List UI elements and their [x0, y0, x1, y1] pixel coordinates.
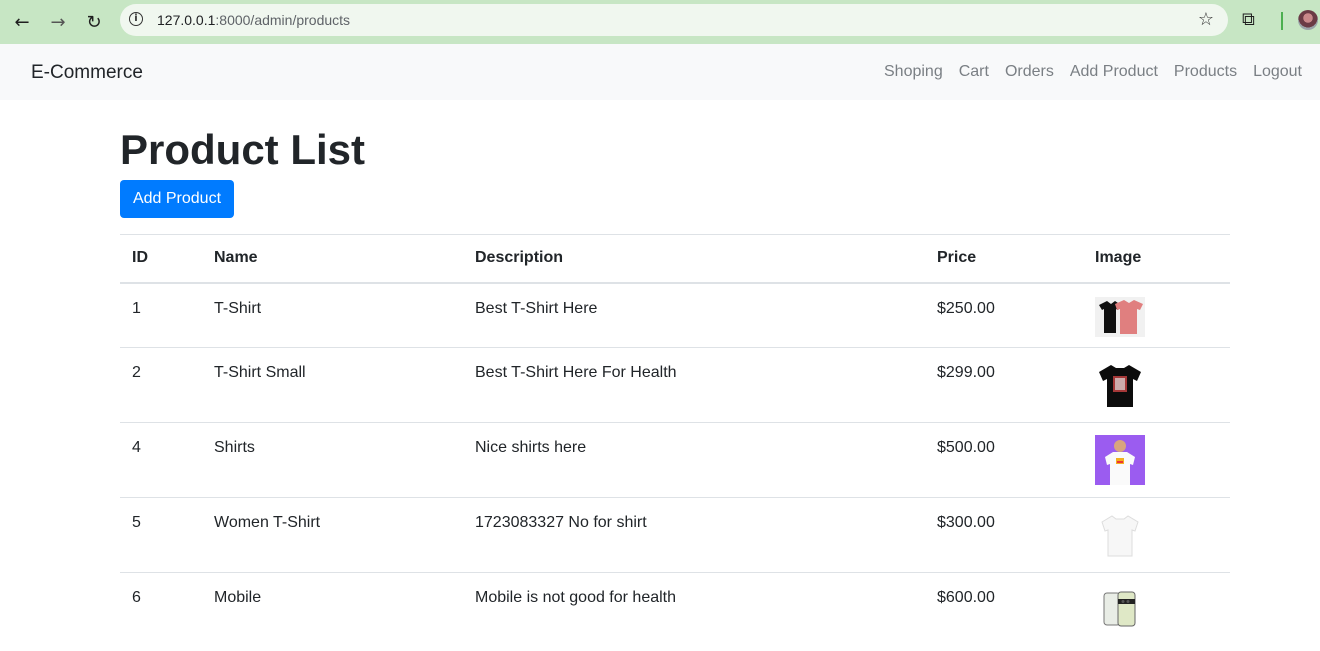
nav-link-orders[interactable]: Orders — [997, 63, 1062, 81]
table-row: 6 Mobile Mobile is not good for health $… — [120, 572, 1230, 648]
cell-id: 1 — [132, 299, 141, 317]
reload-icon[interactable]: ↻ — [81, 9, 107, 35]
product-image-white-tshirt — [1095, 510, 1145, 560]
cell-description: 1723083327 No for shirt — [463, 497, 925, 573]
nav-link-shoping[interactable]: Shoping — [876, 63, 951, 81]
cell-name: Women T-Shirt — [202, 497, 463, 573]
cell-name: Mobile — [202, 572, 463, 648]
cell-image — [1083, 283, 1230, 348]
cell-price: $600.00 — [925, 572, 1083, 648]
browser-toolbar: ← → ↻ i 127.0.0.1:8000/admin/products ☆ … — [0, 0, 1320, 44]
nav-link-add-product[interactable]: Add Product — [1062, 63, 1166, 81]
cell-image — [1083, 572, 1230, 648]
nav-link-logout[interactable]: Logout — [1245, 63, 1310, 81]
bookmark-star-icon[interactable]: ☆ — [1198, 9, 1214, 30]
forward-icon[interactable]: → — [45, 9, 71, 35]
cell-description: Nice shirts here — [463, 422, 925, 498]
url-path: :8000/admin/products — [215, 12, 351, 28]
table-header-row: ID Name Description Price Image — [120, 234, 1230, 284]
cell-price: $250.00 — [937, 299, 995, 317]
products-table: ID Name Description Price Image 1 T-Shir… — [120, 234, 1230, 648]
product-image-model-shirt — [1095, 435, 1145, 485]
column-header-id: ID — [120, 234, 202, 284]
cell-name: T-Shirt Small — [202, 347, 463, 423]
cell-description: Best T-Shirt Here — [475, 299, 598, 317]
table-row: 5 Women T-Shirt 1723083327 No for shirt … — [120, 497, 1230, 573]
site-navbar: E-Commerce Shoping Cart Orders Add Produ… — [0, 44, 1320, 100]
cell-description: Best T-Shirt Here For Health — [463, 347, 925, 423]
extensions-icon[interactable]: ⧉ — [1242, 9, 1255, 30]
cell-price: $299.00 — [925, 347, 1083, 423]
cell-id: 4 — [120, 422, 202, 498]
navbar-brand[interactable]: E-Commerce — [31, 62, 143, 84]
cell-image — [1083, 347, 1230, 423]
site-info-icon[interactable]: i — [129, 12, 143, 26]
back-icon[interactable]: ← — [9, 9, 35, 35]
cell-name: Shirts — [202, 422, 463, 498]
url-host: 127.0.0.1 — [157, 12, 216, 28]
page-title: Product List — [120, 126, 366, 173]
url-text[interactable]: 127.0.0.1:8000/admin/products — [157, 12, 350, 28]
column-header-name: Name — [202, 234, 463, 284]
product-image-mobile-phone — [1095, 585, 1145, 635]
table-row: 4 Shirts Nice shirts here $500.00 — [120, 422, 1230, 498]
cell-image — [1083, 497, 1230, 573]
address-bar[interactable]: i 127.0.0.1:8000/admin/products ☆ — [120, 4, 1228, 36]
table-row: 2 T-Shirt Small Best T-Shirt Here For He… — [120, 347, 1230, 423]
add-product-button[interactable]: Add Product — [120, 180, 234, 218]
nav-links: Shoping Cart Orders Add Product Products… — [876, 63, 1310, 81]
cell-price: $500.00 — [925, 422, 1083, 498]
cell-id: 6 — [120, 572, 202, 648]
cell-id: 2 — [120, 347, 202, 423]
column-header-description: Description — [463, 234, 925, 284]
table-row: 1 T-Shirt Best T-Shirt Here $250.00 — [120, 283, 1230, 348]
toolbar-divider — [1281, 12, 1283, 30]
profile-avatar[interactable] — [1298, 10, 1318, 30]
column-header-price: Price — [925, 234, 1083, 284]
product-image-tshirt-pair — [1095, 296, 1145, 337]
nav-link-cart[interactable]: Cart — [951, 63, 997, 81]
cell-name: T-Shirt — [214, 299, 262, 317]
column-header-image: Image — [1083, 234, 1230, 284]
nav-link-products[interactable]: Products — [1166, 63, 1245, 81]
cell-id: 5 — [120, 497, 202, 573]
cell-description: Mobile is not good for health — [463, 572, 925, 648]
product-image-black-tshirt — [1095, 360, 1145, 410]
cell-price: $300.00 — [925, 497, 1083, 573]
cell-image — [1083, 422, 1230, 498]
